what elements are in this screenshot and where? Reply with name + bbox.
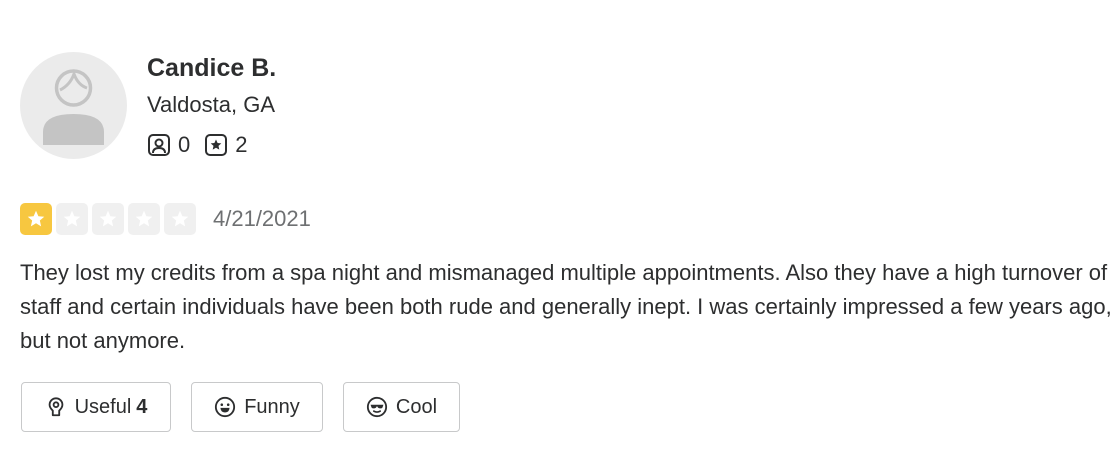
funny-button[interactable]: Funny	[191, 382, 323, 432]
user-silhouette-icon	[43, 69, 104, 145]
reviewer-location: Valdosta, GA	[147, 92, 275, 117]
sunglasses-icon	[366, 396, 388, 418]
reviews-count: 2	[235, 132, 248, 157]
friends-icon	[148, 134, 170, 156]
star-icon	[128, 203, 160, 235]
review-text: They lost my credits from a spa night an…	[20, 260, 1112, 353]
star-rating	[20, 203, 200, 235]
star-icon	[56, 203, 88, 235]
useful-label: Useful	[74, 395, 132, 418]
star-icon	[20, 203, 52, 235]
useful-button[interactable]: Useful 4	[21, 382, 171, 432]
cool-button[interactable]: Cool	[343, 382, 460, 432]
lightbulb-icon	[48, 397, 63, 417]
friends-stat: 0	[147, 132, 190, 158]
reviewer-name[interactable]: Candice B.	[147, 54, 276, 83]
smile-icon	[215, 396, 236, 418]
star-box-icon	[205, 134, 228, 156]
funny-label: Funny	[244, 395, 300, 418]
reviews-stat: 2	[204, 132, 248, 158]
friends-count: 0	[178, 132, 191, 157]
avatar[interactable]	[20, 52, 127, 159]
reviewer-stats: 0 2	[147, 132, 262, 158]
review-date: 4/21/2021	[213, 206, 311, 231]
cool-label: Cool	[395, 395, 438, 418]
useful-count: 4	[136, 395, 148, 418]
star-icon	[164, 203, 196, 235]
star-icon	[92, 203, 124, 235]
